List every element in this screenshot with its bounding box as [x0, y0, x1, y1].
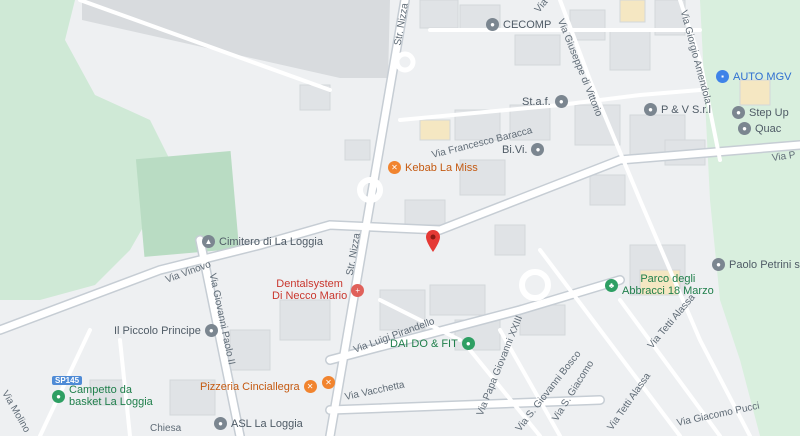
pin-icon: ● — [712, 258, 725, 271]
shopping-bag-icon: ▪ — [716, 70, 729, 83]
red-pin-icon[interactable] — [426, 230, 440, 252]
basketball-icon: ● — [52, 389, 65, 403]
poi-asl-la-loggia[interactable]: ● ASL La Loggia — [214, 417, 303, 430]
poi-auto-mgv[interactable]: ▪ AUTO MGV — [716, 70, 791, 83]
road-shield: SP145 — [52, 376, 83, 385]
poi-p-v-srl[interactable]: ● P & V S.r.l — [644, 103, 711, 116]
poi-pizzeria-cinciallegra[interactable]: Pizzeria Cinciallegra ✕ — [200, 380, 317, 393]
school-icon: ● — [204, 324, 218, 337]
poi-bivi[interactable]: Bi.Vi. ● — [502, 143, 545, 156]
street-label: Chiesa — [150, 423, 182, 434]
pin-icon: ● — [738, 122, 751, 135]
dentalsystem-label: Dentalsystem Di Necco Mario — [272, 278, 348, 302]
pin-icon: ● — [531, 143, 545, 156]
pin-icon: ● — [732, 106, 745, 119]
poi-step-up[interactable]: ● Step Up — [732, 106, 789, 119]
parco-label: Parco degli Abbracci 18 Marzo — [622, 273, 714, 297]
poi-dai-do-fit[interactable]: DAI DO & FIT ● — [390, 337, 475, 350]
poi-kebab-la-miss[interactable]: ✕ Kebab La Miss — [388, 161, 478, 174]
fitness-icon: ● — [461, 337, 475, 350]
fork-knife-icon: ✕ — [322, 376, 335, 389]
industrial-block — [82, 0, 390, 78]
cemetery-icon: ▲ — [202, 235, 215, 248]
map-base-layer — [0, 0, 800, 436]
fork-knife-icon: ✕ — [303, 380, 317, 393]
location-marker[interactable] — [426, 230, 440, 257]
map-canvas[interactable]: ● CECOMP ▪ AUTO MGV ● Step Up ● Quac ● P… — [0, 0, 800, 436]
pin-icon: ● — [486, 18, 499, 31]
poi-dentalsystem[interactable]: Dentalsystem Di Necco Mario + — [272, 278, 365, 302]
poi-cecomp[interactable]: ● CECOMP — [486, 18, 551, 31]
roundabout-east — [519, 269, 551, 301]
poi-restaurant-marker[interactable]: ✕ — [322, 376, 335, 389]
poi-paolo-petrini[interactable]: ● Paolo Petrini s.r.l — [712, 258, 800, 271]
hospital-icon: ● — [214, 417, 227, 430]
poi-cimitero[interactable]: ▲ Cimitero di La Loggia — [202, 235, 323, 248]
fork-knife-icon: ✕ — [388, 161, 401, 174]
poi-quac[interactable]: ● Quac — [738, 122, 781, 135]
roundabout-top — [394, 51, 416, 73]
campetto-label: Campetto da basket La Loggia — [69, 384, 153, 408]
pin-icon: ● — [554, 95, 568, 108]
poi-il-piccolo-principe[interactable]: Il Piccolo Principe ● — [114, 324, 218, 337]
poi-campetto-basket[interactable]: ● Campetto da basket La Loggia — [52, 384, 153, 408]
medical-cross-icon: + — [351, 283, 365, 297]
poi-parco-abbracci[interactable]: ♣ Parco degli Abbracci 18 Marzo — [605, 273, 714, 297]
pin-icon: ● — [644, 103, 657, 116]
tree-icon: ♣ — [605, 278, 618, 292]
poi-staf[interactable]: St.a.f. ● — [522, 95, 568, 108]
